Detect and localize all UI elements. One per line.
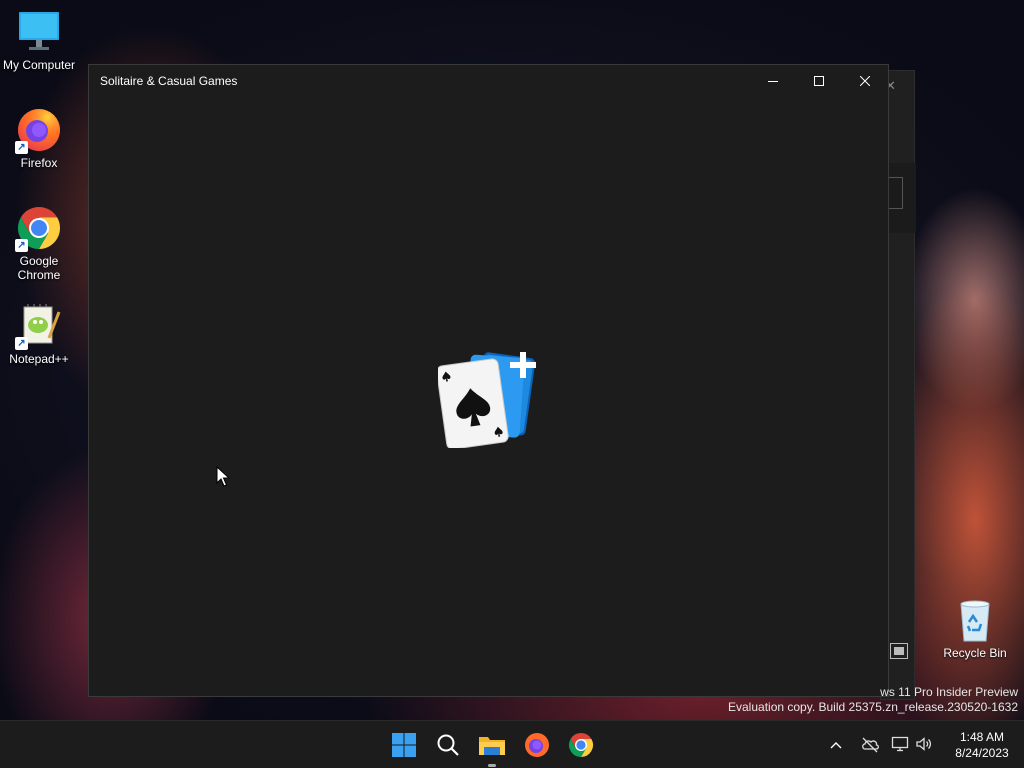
desktop-icon-label: Recycle Bin: [943, 646, 1007, 660]
background-window-input[interactable]: [887, 177, 903, 209]
network-icon: [891, 736, 909, 752]
desktop-icon-label: My Computer: [2, 58, 76, 72]
mouse-cursor-icon: [216, 465, 231, 492]
taskbar-clock[interactable]: 1:48 AM 8/24/2023: [942, 729, 1022, 761]
taskbar: 1:48 AM 8/24/2023: [0, 720, 1024, 768]
shortcut-arrow-icon: ↗: [15, 337, 28, 350]
desktop-icon-firefox[interactable]: ↗ Firefox: [0, 106, 78, 170]
chrome-taskbar-button[interactable]: [565, 729, 597, 761]
running-indicator: [488, 764, 496, 767]
onedrive-status-button[interactable]: [860, 735, 880, 757]
clock-time: 1:48 AM: [959, 730, 1005, 744]
solitaire-window[interactable]: Solitaire & Casual Games: [88, 64, 889, 697]
search-button[interactable]: [432, 729, 464, 761]
desktop-icon-recycle-bin[interactable]: Recycle Bin: [936, 596, 1014, 660]
firefox-icon: ↗: [15, 106, 63, 154]
show-hidden-icons-button[interactable]: [829, 737, 843, 756]
desktop-icon-label: Firefox: [20, 156, 58, 170]
solitaire-cards-icon: [436, 348, 538, 450]
desktop-icon-my-computer[interactable]: My Computer: [0, 8, 78, 72]
chrome-icon: ↗: [15, 204, 63, 252]
recycle-bin-icon: [951, 596, 999, 644]
start-button[interactable]: [388, 729, 420, 761]
maximize-button[interactable]: [796, 65, 842, 98]
notepadpp-icon: ↗: [15, 302, 63, 350]
search-icon: [437, 734, 459, 756]
cloud-offline-icon: [862, 737, 879, 753]
clock-date: 8/24/2023: [955, 746, 1009, 760]
chrome-icon: [568, 733, 594, 757]
close-button[interactable]: [842, 65, 888, 98]
watermark-line-2: Evaluation copy. Build 25375.zn_release.…: [728, 700, 1018, 714]
network-button[interactable]: [891, 735, 909, 757]
window-title: Solitaire & Casual Games: [100, 74, 238, 88]
monitor-icon: [15, 8, 63, 56]
chevron-up-icon: [830, 742, 842, 749]
desktop-icon-label: Notepad++: [9, 352, 69, 366]
start-icon: [392, 733, 416, 757]
title-bar[interactable]: Solitaire & Casual Games: [89, 65, 888, 98]
volume-button[interactable]: [915, 735, 933, 757]
watermark-line-1: ws 11 Pro Insider Preview: [880, 685, 1018, 699]
volume-icon: [916, 737, 932, 751]
close-icon: [860, 76, 870, 86]
firefox-taskbar-button[interactable]: [521, 729, 553, 761]
background-window-button[interactable]: [890, 643, 908, 659]
minimize-button[interactable]: [750, 65, 796, 98]
file-explorer-button[interactable]: [476, 729, 508, 767]
maximize-icon: [814, 76, 824, 86]
shortcut-arrow-icon: ↗: [15, 239, 28, 252]
shortcut-arrow-icon: ↗: [15, 141, 28, 154]
firefox-icon: [525, 733, 549, 757]
desktop-icon-notepad-plus-plus[interactable]: ↗ Notepad++: [0, 302, 78, 366]
desktop-icon-google-chrome[interactable]: ↗ Google Chrome: [0, 204, 78, 282]
evaluation-watermark: ws 11 Pro Insider Preview Evaluation cop…: [728, 685, 1018, 715]
desktop-icon-label: Google Chrome: [17, 254, 61, 282]
file-explorer-icon: [479, 737, 505, 755]
minimize-icon: [768, 81, 778, 82]
